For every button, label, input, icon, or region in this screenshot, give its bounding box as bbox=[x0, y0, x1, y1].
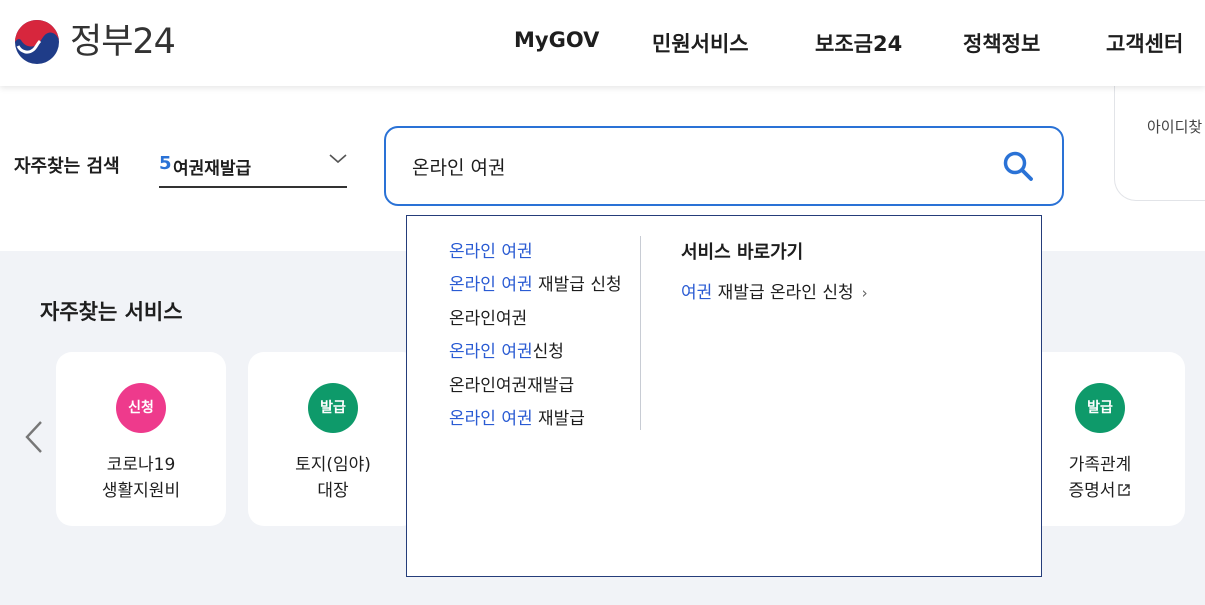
suggestion-rest: 재발급 bbox=[532, 408, 585, 429]
search-autocomplete-panel: 온라인 여권 온라인 여권 재발급 신청 온라인여권 온라인 여권신청 온라인여… bbox=[406, 215, 1042, 577]
suggestion-highlight: 온라인 여권 bbox=[449, 342, 533, 363]
suggestion-item[interactable]: 온라인 여권 재발급 bbox=[449, 405, 649, 438]
find-id-link[interactable]: 아이디찾 bbox=[1147, 116, 1202, 137]
site-header: 정부24 MyGOV 민원서비스 보조금24 정책정보 고객센터 bbox=[0, 0, 1205, 86]
suggestion-highlight: 온라인 여권 bbox=[449, 275, 533, 296]
service-name-line2: 대장 bbox=[317, 481, 349, 501]
service-name-line1: 코로나19 bbox=[106, 455, 176, 475]
main-nav: MyGOV 민원서비스 보조금24 정책정보 고객센터 bbox=[0, 28, 1205, 58]
suggestion-list: 온라인 여권 온라인 여권 재발급 신청 온라인여권 온라인 여권신청 온라인여… bbox=[449, 238, 649, 438]
nav-item-mygov[interactable]: MyGOV bbox=[514, 28, 599, 52]
search-input[interactable] bbox=[410, 150, 974, 182]
suggestion-highlight: 온라인 여권 bbox=[449, 408, 533, 429]
service-name: 코로나19 생활지원비 bbox=[56, 452, 226, 504]
frequent-search-rank: 5 bbox=[159, 153, 172, 174]
frequent-search-dropdown[interactable]: 5 여권재발급 bbox=[159, 150, 347, 188]
frequent-search-label: 자주찾는 검색 bbox=[14, 156, 120, 177]
suggestion-item[interactable]: 온라인여권 bbox=[449, 305, 649, 338]
service-name-line1: 토지(임야) bbox=[295, 455, 371, 475]
nav-item-civil-services[interactable]: 민원서비스 bbox=[652, 28, 749, 58]
divider bbox=[640, 236, 641, 430]
search-box bbox=[384, 126, 1064, 206]
suggestion-rest: 온라인여권 bbox=[449, 308, 528, 329]
service-card-covid-support[interactable]: 신청 코로나19 생활지원비 bbox=[56, 352, 226, 526]
frequent-services-title: 자주찾는 서비스 bbox=[40, 300, 183, 324]
nav-item-policy-info[interactable]: 정책정보 bbox=[963, 28, 1040, 58]
shortcut-rest: 재발급 온라인 신청 bbox=[712, 283, 854, 303]
service-badge: 발급 bbox=[1075, 383, 1125, 433]
suggestion-item[interactable]: 온라인 여권 bbox=[449, 238, 649, 271]
service-name-line2: 증명서 bbox=[1068, 481, 1116, 501]
frequent-search-value: 여권재발급 bbox=[173, 159, 252, 179]
service-shortcut-section: 서비스 바로가기 여권 재발급 온라인 신청 › bbox=[681, 238, 868, 303]
suggestion-item[interactable]: 온라인 여권신청 bbox=[449, 338, 649, 371]
chevron-down-icon bbox=[329, 154, 347, 164]
service-card-land-register[interactable]: 발급 토지(임야) 대장 bbox=[248, 352, 418, 526]
nav-item-subsidy24[interactable]: 보조금24 bbox=[815, 28, 902, 58]
suggestion-rest: 재발급 신청 bbox=[532, 275, 622, 296]
service-badge: 발급 bbox=[308, 383, 358, 433]
external-link-icon bbox=[1118, 484, 1131, 496]
suggestion-rest: 온라인여권재발급 bbox=[449, 375, 575, 396]
suggestion-item[interactable]: 온라인여권재발급 bbox=[449, 372, 649, 405]
suggestion-highlight: 온라인 여권 bbox=[449, 242, 533, 262]
suggestion-rest: 신청 bbox=[532, 342, 564, 363]
service-shortcut-title: 서비스 바로가기 bbox=[681, 242, 804, 263]
shortcut-highlight: 여권 bbox=[681, 283, 713, 303]
chevron-left-icon[interactable] bbox=[24, 420, 44, 454]
service-name-line2: 생활지원비 bbox=[101, 481, 181, 501]
login-card: 아이디찾 bbox=[1114, 86, 1205, 201]
chevron-right-icon: › bbox=[861, 284, 868, 302]
suggestion-item[interactable]: 온라인 여권 재발급 신청 bbox=[449, 271, 649, 304]
service-shortcut-link[interactable]: 여권 재발급 온라인 신청 › bbox=[681, 278, 868, 303]
service-name-line1: 가족관계 bbox=[1068, 455, 1132, 475]
service-name: 토지(임야) 대장 bbox=[248, 452, 418, 504]
search-icon[interactable] bbox=[1002, 150, 1034, 182]
service-badge: 신청 bbox=[116, 383, 166, 433]
nav-item-customer-center[interactable]: 고객센터 bbox=[1106, 28, 1183, 58]
